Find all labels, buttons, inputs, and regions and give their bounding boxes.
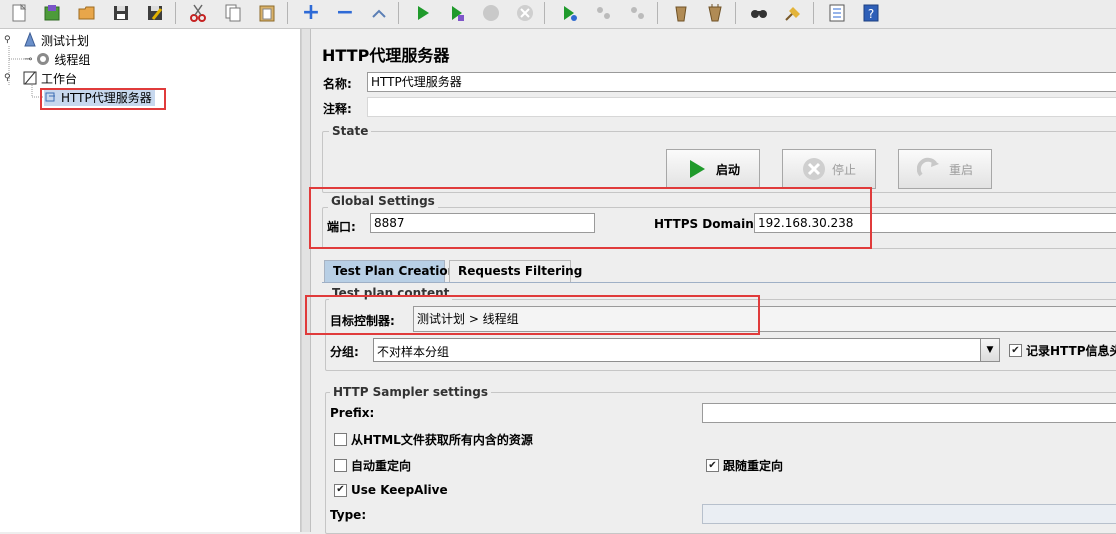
restart-button[interactable]: 重启: [898, 149, 992, 189]
comment-label: 注释:: [323, 102, 352, 116]
remote-start-icon[interactable]: [555, 1, 583, 25]
remote-shutdown-icon[interactable]: [623, 1, 651, 25]
save-as-icon[interactable]: [141, 1, 169, 25]
chevron-down-icon[interactable]: ▼: [980, 339, 999, 361]
workbench-icon: [23, 71, 37, 85]
cut-icon[interactable]: [184, 1, 212, 25]
keepalive-check[interactable]: ✔: [334, 483, 347, 497]
prefix-label: Prefix:: [330, 406, 375, 420]
grouping-select[interactable]: 不对样本分组 ▼: [373, 338, 1000, 362]
grouping-label: 分组:: [330, 345, 359, 359]
retrieve-resources-label: 从HTML文件获取所有内含的资源: [351, 433, 533, 447]
clear-icon[interactable]: [667, 1, 695, 25]
tree-node-workbench[interactable]: ⚲ 工作台: [4, 69, 77, 87]
clear-all-icon[interactable]: [701, 1, 729, 25]
proxy-config-panel: HTTP代理服务器 名称: HTTP代理服务器 注释: State 启动 停止 …: [305, 29, 1116, 534]
collapse-icon[interactable]: −: [331, 1, 359, 25]
record-headers-label: 记录HTTP信息头: [1026, 344, 1116, 358]
function-helper-icon[interactable]: [823, 1, 851, 25]
restart-icon: [916, 157, 939, 177]
retrieve-resources-checkbox[interactable]: 从HTML文件获取所有内含的资源: [334, 431, 533, 448]
follow-redirect-check[interactable]: ✔: [706, 459, 719, 472]
search-icon[interactable]: [745, 1, 773, 25]
toggle-icon[interactable]: [365, 1, 393, 25]
tree-leaf-icon: ⊸: [24, 53, 33, 65]
keepalive-checkbox[interactable]: ✔ Use KeepAlive: [334, 483, 448, 497]
stop-icon: [802, 158, 825, 180]
name-label: 名称:: [323, 77, 352, 91]
prefix-field[interactable]: [702, 403, 1116, 423]
record-headers-check[interactable]: ✔: [1009, 344, 1022, 357]
new-icon[interactable]: [5, 1, 33, 25]
test-plan-icon: [24, 32, 36, 47]
record-headers-checkbox[interactable]: ✔ 记录HTTP信息头: [1009, 342, 1116, 359]
highlight-box-global: [309, 187, 872, 249]
splitter[interactable]: [301, 29, 311, 532]
shutdown-icon[interactable]: [511, 1, 539, 25]
reset-search-icon[interactable]: [779, 1, 807, 25]
auto-redirect-checkbox[interactable]: 自动重定向: [334, 457, 411, 474]
grouping-value: 不对样本分组: [377, 345, 450, 359]
stop-icon[interactable]: [477, 1, 505, 25]
retrieve-resources-check[interactable]: [334, 433, 347, 446]
start-button[interactable]: 启动: [666, 149, 760, 189]
tree-label-thread-group: 线程组: [54, 52, 91, 67]
comment-field[interactable]: [367, 97, 1116, 117]
open-icon[interactable]: [73, 1, 101, 25]
stop-button[interactable]: 停止: [782, 149, 876, 189]
start-icon[interactable]: [409, 1, 437, 25]
expand-toggle-icon[interactable]: ⚲: [4, 35, 14, 45]
remote-stop-icon[interactable]: [589, 1, 617, 25]
tree-label-workbench: 工作台: [41, 71, 78, 86]
follow-redirect-checkbox[interactable]: ✔ 跟随重定向: [706, 457, 783, 474]
tree-node-test-plan[interactable]: ⚲ 测试计划: [4, 31, 89, 49]
auto-redirect-check[interactable]: [334, 459, 347, 472]
stop-button-label: 停止: [831, 162, 856, 177]
start-button-label: 启动: [715, 162, 740, 177]
save-icon[interactable]: [107, 1, 135, 25]
highlight-box-tree: [40, 88, 166, 110]
follow-redirect-label: 跟随重定向: [723, 459, 784, 473]
name-field[interactable]: HTTP代理服务器: [367, 72, 1116, 92]
expand-toggle-icon[interactable]: ⚲: [4, 73, 14, 83]
gear-icon: [37, 53, 50, 65]
play-icon: [689, 160, 705, 178]
type-label: Type:: [330, 508, 367, 522]
tree-node-thread-group[interactable]: ⊸ 线程组: [24, 50, 90, 68]
page-title: HTTP代理服务器: [322, 46, 450, 65]
start-no-pause-icon[interactable]: [443, 1, 471, 25]
copy-icon[interactable]: [219, 1, 247, 25]
tab-test-plan-creation[interactable]: Test Plan Creation: [324, 260, 456, 282]
svg-text:?: ?: [868, 7, 874, 21]
type-select[interactable]: [702, 504, 1116, 524]
tab-divider: [322, 282, 1116, 283]
state-title: State: [329, 124, 372, 138]
help-icon[interactable]: ?: [857, 1, 885, 25]
tree-label-test-plan: 测试计划: [41, 33, 90, 48]
tab-requests-filtering[interactable]: Requests Filtering: [449, 260, 582, 282]
expand-icon[interactable]: +: [297, 1, 325, 25]
restart-button-label: 重启: [948, 162, 973, 177]
auto-redirect-label: 自动重定向: [351, 459, 412, 473]
paste-icon[interactable]: [253, 1, 281, 25]
http-sampler-title: HTTP Sampler settings: [330, 385, 491, 399]
toolbar: + − ?: [0, 0, 1116, 29]
highlight-box-target: [305, 295, 760, 335]
keepalive-label: Use KeepAlive: [351, 483, 448, 497]
test-plan-tree: ⚲ 测试计划 ⊸ 线程组 ⚲ 工作台 HTTP代理服务器: [0, 29, 301, 532]
templates-icon[interactable]: [38, 1, 66, 25]
